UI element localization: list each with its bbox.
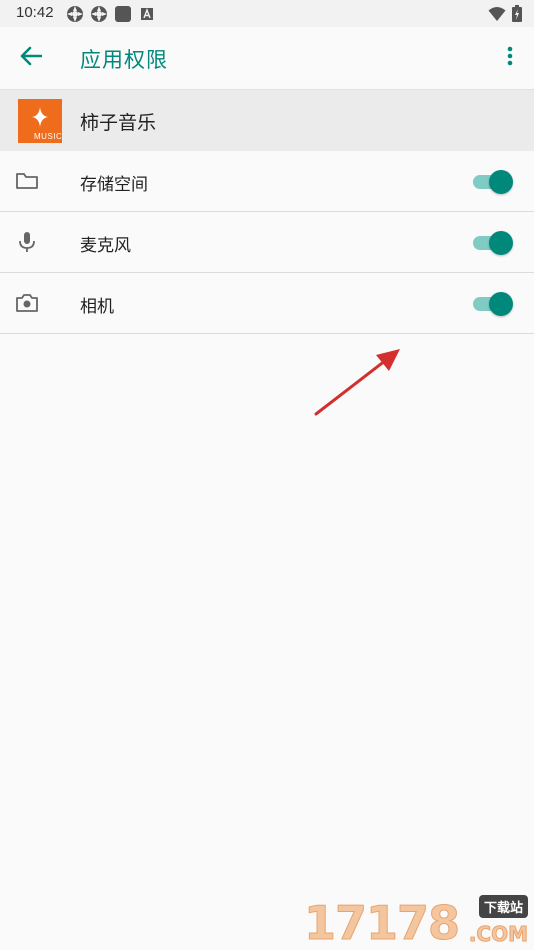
sync-icon [66, 5, 84, 23]
permission-toggle-camera[interactable] [473, 292, 513, 316]
battery-charging-icon [512, 5, 522, 22]
more-vert-icon [507, 46, 513, 70]
permission-row-microphone[interactable]: 麦克风 [0, 212, 534, 273]
app-header: MUSIC 柿子音乐 [0, 89, 534, 151]
status-bar: 10:42 [0, 0, 534, 27]
permission-toggle-storage[interactable] [473, 170, 513, 194]
toggle-thumb [489, 231, 513, 255]
camera-icon [15, 291, 39, 315]
page-title: 应用权限 [80, 48, 168, 72]
watermark-digits: 17178 [303, 896, 460, 950]
app-name: 柿子音乐 [80, 112, 157, 134]
permission-label: 存储空间 [80, 175, 148, 195]
microphone-icon [15, 230, 39, 254]
watermark-badge: 下载站 [478, 895, 528, 918]
toggle-thumb [489, 292, 513, 316]
watermark-suffix: .COM [468, 922, 528, 947]
back-button[interactable] [14, 43, 48, 73]
status-time: 10:42 [16, 4, 54, 21]
permission-label: 相机 [80, 297, 114, 317]
annotation-arrow [314, 349, 400, 416]
status-icons-right [488, 5, 522, 22]
a-notification-icon [138, 5, 156, 23]
more-options-button[interactable] [500, 45, 520, 71]
permission-row-storage[interactable]: 存储空间 [0, 151, 534, 212]
arrow-back-icon [20, 46, 43, 70]
permission-label: 麦克风 [80, 236, 131, 256]
site-watermark: 17178 下载站 .COM [303, 892, 530, 950]
toggle-thumb [489, 170, 513, 194]
app-bar: 应用权限 [0, 27, 534, 89]
permission-list: 存储空间 麦克风 相机 [0, 151, 534, 334]
app-icon-label: MUSIC [34, 132, 62, 141]
square-notification-icon [114, 5, 132, 23]
sync-icon [90, 5, 108, 23]
permission-toggle-microphone[interactable] [473, 231, 513, 255]
status-icons-left [66, 5, 156, 23]
app-icon: MUSIC [18, 99, 62, 143]
permission-row-camera[interactable]: 相机 [0, 273, 534, 334]
folder-icon [15, 169, 39, 193]
wifi-icon [488, 6, 506, 22]
